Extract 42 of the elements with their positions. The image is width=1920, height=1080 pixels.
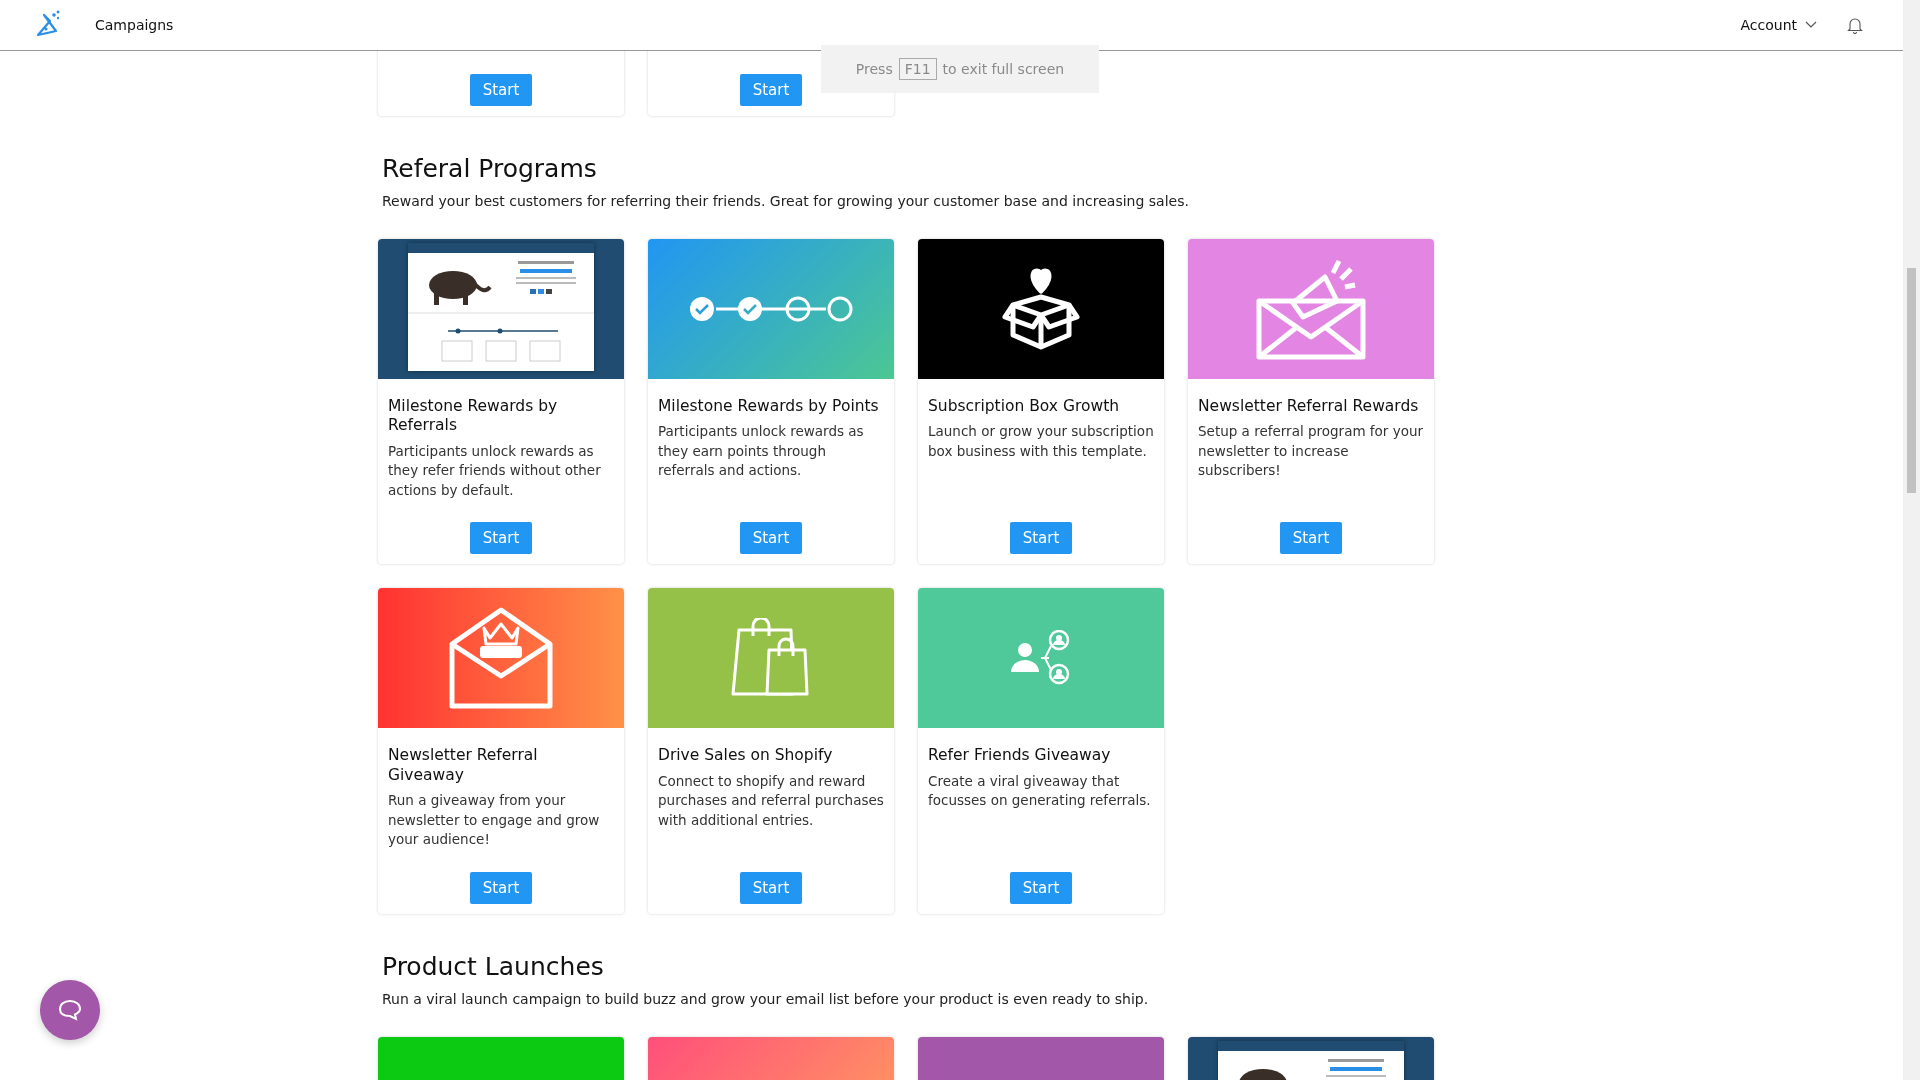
start-button[interactable]: Start — [1009, 871, 1073, 904]
account-menu[interactable]: Account — [1740, 17, 1817, 33]
card-title: Newsletter Referral Giveaway — [388, 746, 539, 785]
card-title: Refer Friends Giveaway — [928, 746, 1112, 766]
section-description: Reward your best customers for referring their friends. Great for growing your customer base and increasing sales. — [382, 193, 1190, 209]
shopping-bags-icon — [731, 618, 811, 699]
start-button[interactable]: Start — [739, 74, 803, 106]
card-description: Participants unlock rewards as they refer friends without other actions by default. — [388, 441, 602, 500]
notice-text: to exit full screen — [942, 61, 1065, 77]
card-description: Create a viral giveaway that focusses on generating referrals. — [928, 771, 1152, 811]
key-label: F11 — [898, 58, 937, 80]
chat-button[interactable] — [40, 980, 100, 1040]
winner-envelope-icon — [448, 606, 554, 711]
card-description: Launch or grow your subscription box business with this template. — [928, 422, 1154, 461]
section-description: Run a viral launch campaign to build buzz and grow your email list before your product is even ready to ship. — [382, 990, 1150, 1007]
section-title: Product Launches — [382, 951, 605, 981]
card-title: Newsletter Referral Rewards — [1198, 397, 1420, 417]
start-button[interactable]: Start — [469, 871, 533, 904]
gift-box-icon — [1001, 267, 1081, 351]
start-button[interactable]: Start — [1279, 522, 1343, 555]
card-description: Setup a referral program for your newsletter to increase subscribers! — [1198, 422, 1424, 481]
card-description: Connect to shopify and reward purchases and referral purchases with additional entries. — [658, 771, 884, 830]
start-button[interactable]: Start — [469, 522, 533, 555]
start-button[interactable]: Start — [739, 522, 803, 555]
notice-text: Press — [855, 61, 893, 77]
bell-icon[interactable] — [1847, 16, 1863, 34]
envelope-megaphone-icon — [1255, 257, 1367, 361]
start-button[interactable]: Start — [739, 871, 803, 904]
card-title: Subscription Box Growth — [928, 397, 1121, 417]
section-title: Referal Programs — [382, 154, 598, 183]
card-description: Participants unlock rewards as they earn points through referrals and actions. — [658, 422, 865, 481]
card-title: Drive Sales on Shopify — [658, 746, 834, 766]
chevron-down-icon — [1805, 21, 1817, 29]
chat-bubble-icon — [58, 999, 82, 1021]
card-title: Milestone Rewards by Points — [658, 397, 880, 417]
campaigns-link[interactable]: Campaigns — [95, 17, 174, 33]
scrollbar[interactable] — [1903, 0, 1920, 1080]
start-button[interactable]: Start — [469, 74, 533, 106]
start-button[interactable]: Start — [1009, 522, 1073, 555]
referral-people-icon — [1011, 630, 1071, 687]
card-description: Run a giveaway from your newsletter to engage and grow your audience! — [388, 791, 601, 849]
card-title: Milestone Rewards by Referrals — [388, 397, 559, 436]
